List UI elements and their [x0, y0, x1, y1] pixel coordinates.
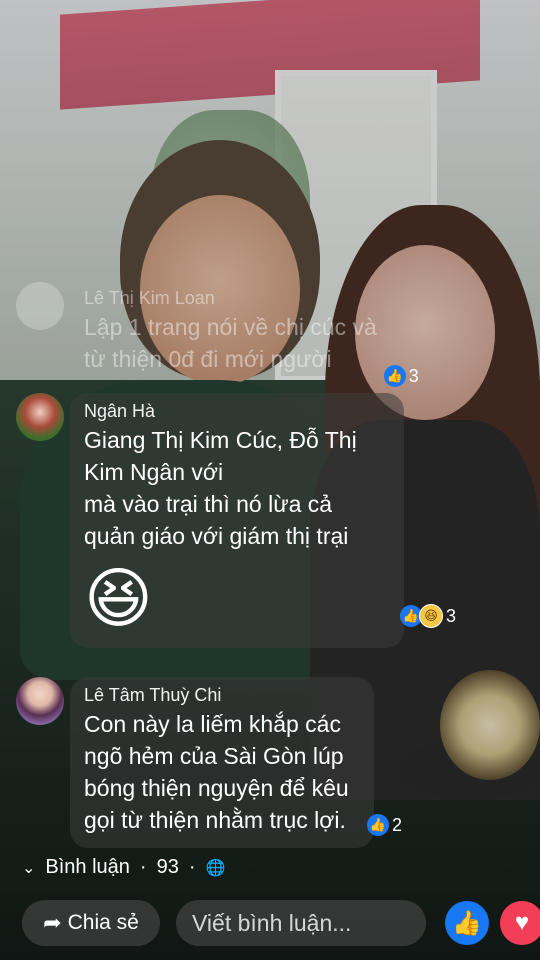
- like-icon: 👍: [366, 814, 389, 836]
- comment-item[interactable]: Lê Tâm Thuỳ Chi Con này la liếm khắp các…: [16, 677, 402, 848]
- share-label: Chia sẻ: [67, 911, 139, 934]
- like-icon: 👍: [452, 909, 482, 937]
- separator-dot: ·: [139, 856, 147, 878]
- comment-text: Giang Thị Kim Cúc, Đỗ Thị Kim Ngân với m…: [84, 427, 357, 549]
- comment-text: Lập 1 trang nói về chị cúc và từ thiện 0…: [84, 314, 377, 372]
- comments-label: Bình luận: [45, 856, 130, 878]
- love-button[interactable]: ♥: [500, 901, 540, 945]
- comment-text: Con này la liếm khắp các ngõ hẻm của Sài…: [84, 711, 349, 833]
- comment-author[interactable]: Lê Tâm Thuỳ Chi: [84, 685, 360, 706]
- comment-bubble: Lê Thị Kim Loan Lập 1 trang nói về chị c…: [70, 282, 419, 387]
- share-arrow-icon: ➦: [43, 910, 62, 935]
- separator-dot: ·: [188, 856, 196, 878]
- bottom-action-bar: ➦ Chia sẻ 👍 ♥: [0, 896, 540, 960]
- comment-reactions[interactable]: 👍 3: [383, 365, 419, 387]
- share-button[interactable]: ➦ Chia sẻ: [22, 900, 160, 946]
- like-icon: 👍: [383, 365, 406, 387]
- comment-reactions[interactable]: 👍 2: [366, 814, 402, 836]
- comment-reactions[interactable]: 👍 😆 3: [399, 604, 456, 628]
- comments-count-row[interactable]: ⌄ Bình luận · 93 · 🌐: [22, 856, 225, 879]
- chevron-down-icon[interactable]: ⌄: [22, 858, 35, 878]
- love-icon: ♥: [514, 909, 530, 936]
- comment-item[interactable]: Ngân Hà Giang Thị Kim Cúc, Đỗ Thị Kim Ng…: [16, 393, 456, 648]
- comment-author[interactable]: Lê Thị Kim Loan: [84, 288, 377, 309]
- comment-item[interactable]: Lê Thị Kim Loan Lập 1 trang nói về chị c…: [16, 282, 419, 387]
- avatar[interactable]: [16, 282, 64, 330]
- comment-bubble: Ngân Hà Giang Thị Kim Cúc, Đỗ Thị Kim Ng…: [70, 393, 456, 648]
- reaction-count: 2: [391, 814, 402, 835]
- reaction-count: 3: [445, 605, 456, 626]
- like-button[interactable]: 👍: [445, 901, 489, 945]
- comment-bubble: Lê Tâm Thuỳ Chi Con này la liếm khắp các…: [70, 677, 402, 848]
- laughing-emoji-icon: 😆: [84, 561, 153, 635]
- globe-icon: 🌐: [205, 859, 226, 877]
- comments-count: 93: [156, 856, 179, 878]
- haha-icon: 😆: [418, 604, 443, 628]
- comment-author[interactable]: Ngân Hà: [84, 401, 390, 422]
- reaction-count: 3: [408, 365, 419, 386]
- avatar[interactable]: [16, 677, 64, 725]
- avatar[interactable]: [16, 393, 64, 441]
- comment-input[interactable]: [176, 900, 426, 946]
